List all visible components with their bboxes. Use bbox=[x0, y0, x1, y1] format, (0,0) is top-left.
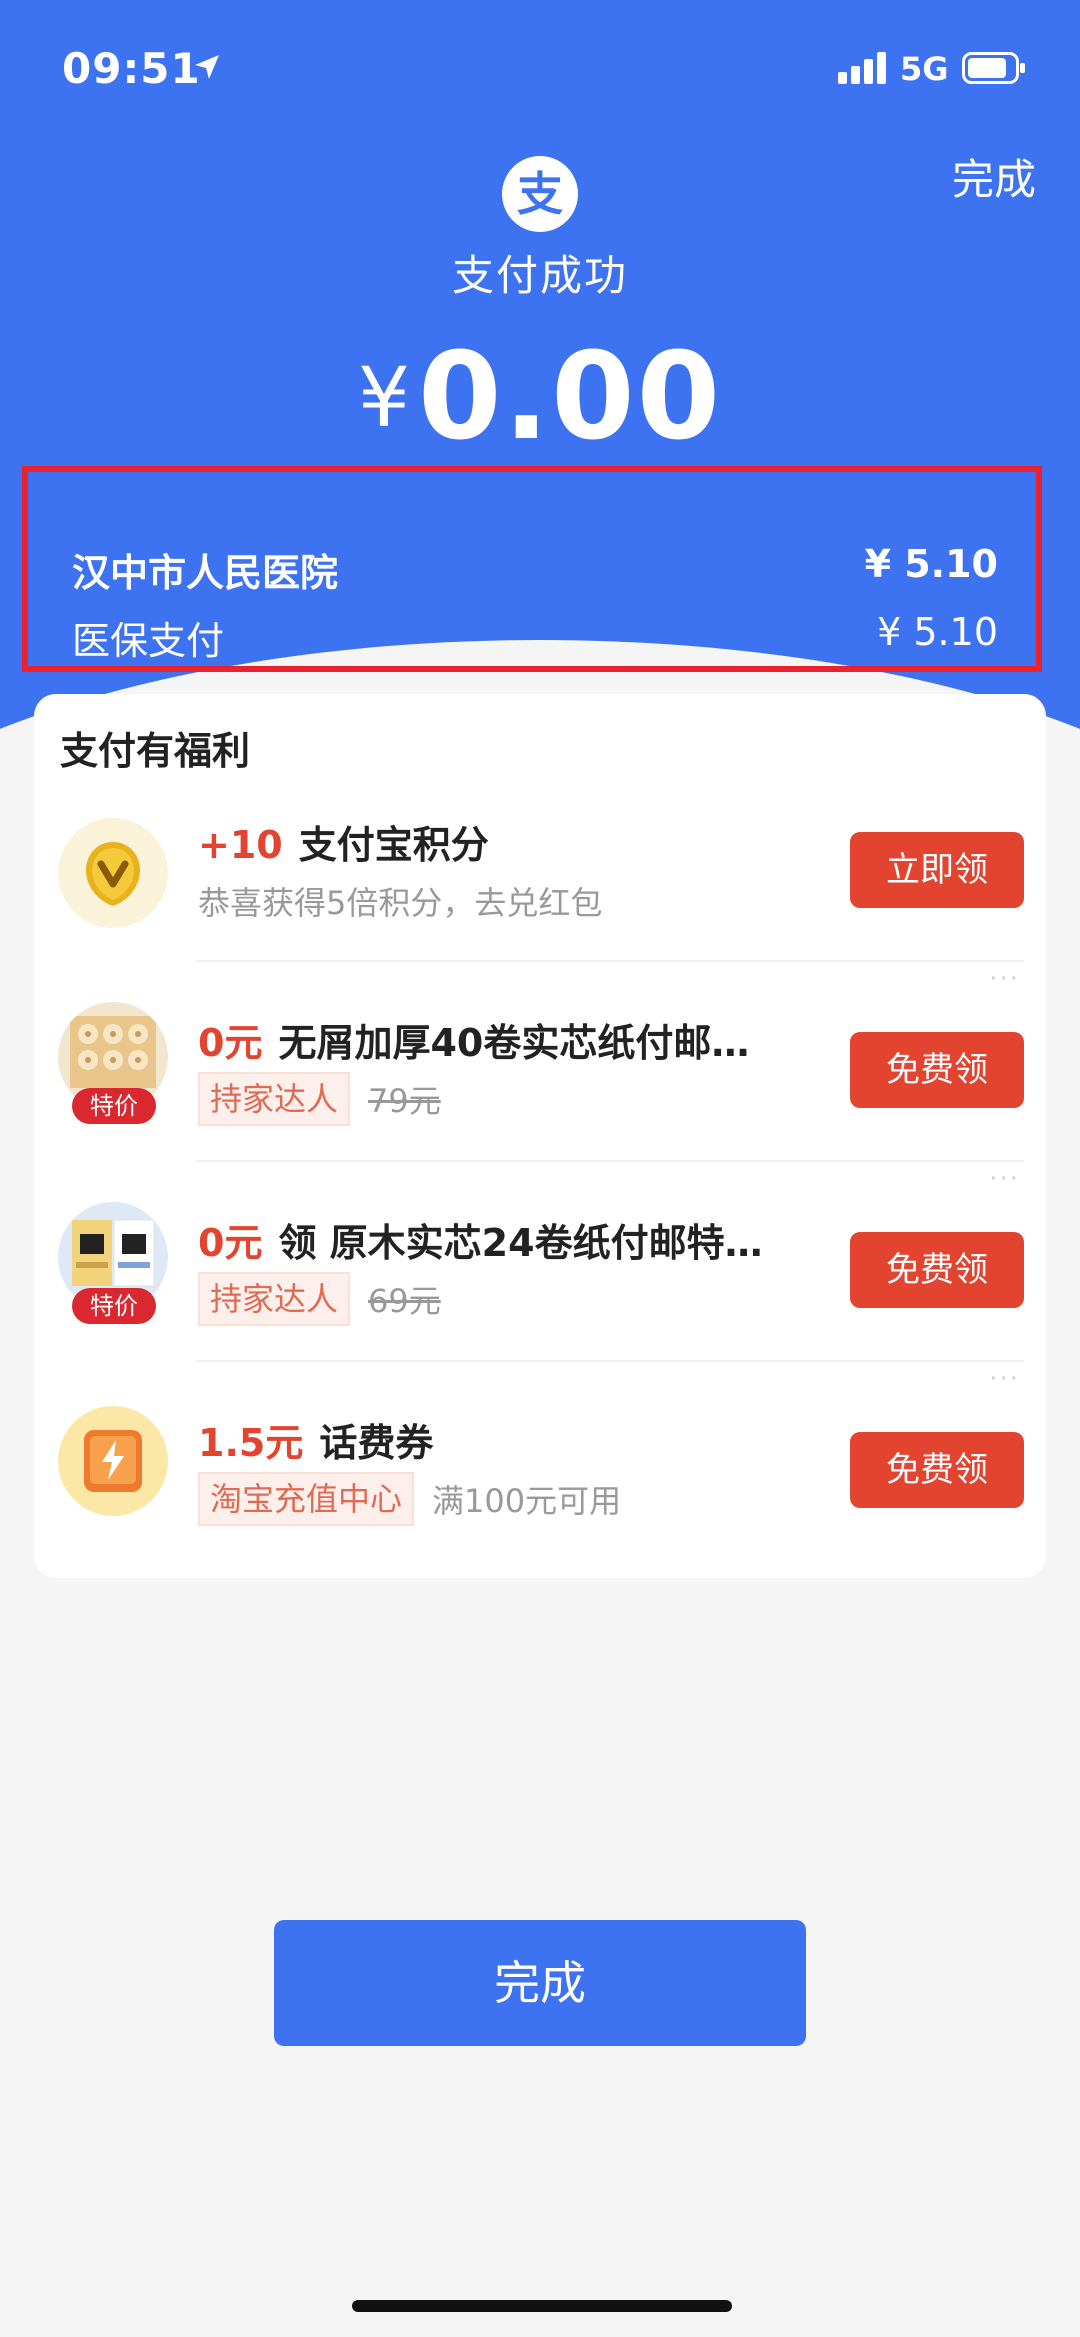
payment-method-amount: ¥ 5.10 bbox=[877, 610, 998, 654]
paid-amount: ¥0.00 bbox=[0, 338, 1080, 458]
claim-now-button[interactable]: 立即领 bbox=[850, 832, 1024, 908]
status-time: 09:51 bbox=[62, 44, 201, 93]
usage-condition: 满100元可用 bbox=[432, 1482, 622, 1520]
benefit-item-points[interactable]: +10 支付宝积分 恭喜获得5倍积分，去兑红包 立即领 bbox=[34, 788, 1046, 988]
payment-method: 医保支付 bbox=[72, 619, 225, 663]
benefit-title: 支付宝积分 bbox=[298, 823, 489, 867]
payment-method-row: 医保支付 ¥ 5.10 bbox=[72, 610, 998, 665]
benefits-title: 支付有福利 bbox=[60, 729, 251, 773]
claim-free-button[interactable]: 免费领 bbox=[850, 1232, 1024, 1308]
alipay-logo-icon: 支 bbox=[502, 156, 578, 232]
currency-symbol: ¥ bbox=[357, 351, 411, 446]
merchant-row: 汉中市人民医院 ¥ 5.10 bbox=[72, 542, 998, 597]
seller-tag: 淘宝充值中心 bbox=[198, 1472, 415, 1526]
claim-free-button[interactable]: 免费领 bbox=[850, 1032, 1024, 1108]
benefit-title: 无屑加厚40卷实芯纸付邮… bbox=[278, 1021, 750, 1065]
more-options-icon[interactable]: ··· bbox=[989, 964, 1020, 994]
original-price: 79元 bbox=[368, 1082, 441, 1120]
location-arrow-icon bbox=[195, 55, 219, 79]
battery-icon bbox=[962, 52, 1025, 84]
payment-status-title: 支付成功 bbox=[451, 251, 628, 300]
benefits-card: 支付有福利 +10 支付宝积分 恭喜获得5倍积分，去兑红包 立即领 ··· 特价… bbox=[34, 694, 1046, 1578]
seller-tag: 持家达人 bbox=[198, 1272, 351, 1326]
phone-recharge-icon bbox=[58, 1406, 168, 1516]
cellular-signal-icon bbox=[838, 52, 886, 84]
seller-tag: 持家达人 bbox=[198, 1072, 351, 1126]
payment-details-highlight: 汉中市人民医院 ¥ 5.10 医保支付 ¥ 5.10 bbox=[22, 466, 1042, 672]
benefit-subtitle: 恭喜获得5倍积分，去兑红包 bbox=[198, 884, 603, 922]
home-indicator bbox=[352, 2300, 732, 2312]
special-price-badge: 特价 bbox=[72, 1288, 156, 1324]
benefit-value: 1.5元 bbox=[198, 1421, 304, 1465]
benefit-title: 话费券 bbox=[319, 1421, 434, 1465]
amount-value: 0.00 bbox=[418, 328, 723, 467]
original-price: 69元 bbox=[368, 1282, 441, 1320]
benefit-title: 领 原木实芯24卷纸付邮特… bbox=[278, 1221, 763, 1265]
benefit-value: 0元 bbox=[198, 1021, 263, 1065]
claim-free-button[interactable]: 免费领 bbox=[850, 1432, 1024, 1508]
done-button[interactable]: 完成 bbox=[274, 1920, 806, 2046]
more-options-icon[interactable]: ··· bbox=[989, 1164, 1020, 1194]
benefit-item-phone-credit[interactable]: ··· 1.5元 话费券 淘宝充值中心 满100元可用 免费领 bbox=[34, 1362, 1046, 1562]
points-coin-icon bbox=[58, 818, 168, 928]
benefit-item-tissue-24[interactable]: ··· 特价 0元领 原木实芯24卷纸付邮特… 持家达人 69元 免费领 bbox=[34, 1162, 1046, 1362]
more-options-icon[interactable]: ··· bbox=[989, 1364, 1020, 1394]
benefit-item-tissue-40[interactable]: ··· 特价 0元 无屑加厚40卷实芯纸付邮… 持家达人 79元 免费领 bbox=[34, 962, 1046, 1162]
network-type: 5G bbox=[900, 50, 949, 88]
header-done-link[interactable]: 完成 bbox=[952, 146, 1036, 207]
special-price-badge: 特价 bbox=[72, 1088, 156, 1124]
benefit-value: +10 bbox=[198, 823, 283, 867]
benefit-value: 0元 bbox=[198, 1221, 263, 1265]
merchant-amount: ¥ 5.10 bbox=[864, 542, 998, 586]
merchant-name: 汉中市人民医院 bbox=[72, 551, 339, 595]
status-bar: 09:51 5G bbox=[0, 0, 1080, 140]
